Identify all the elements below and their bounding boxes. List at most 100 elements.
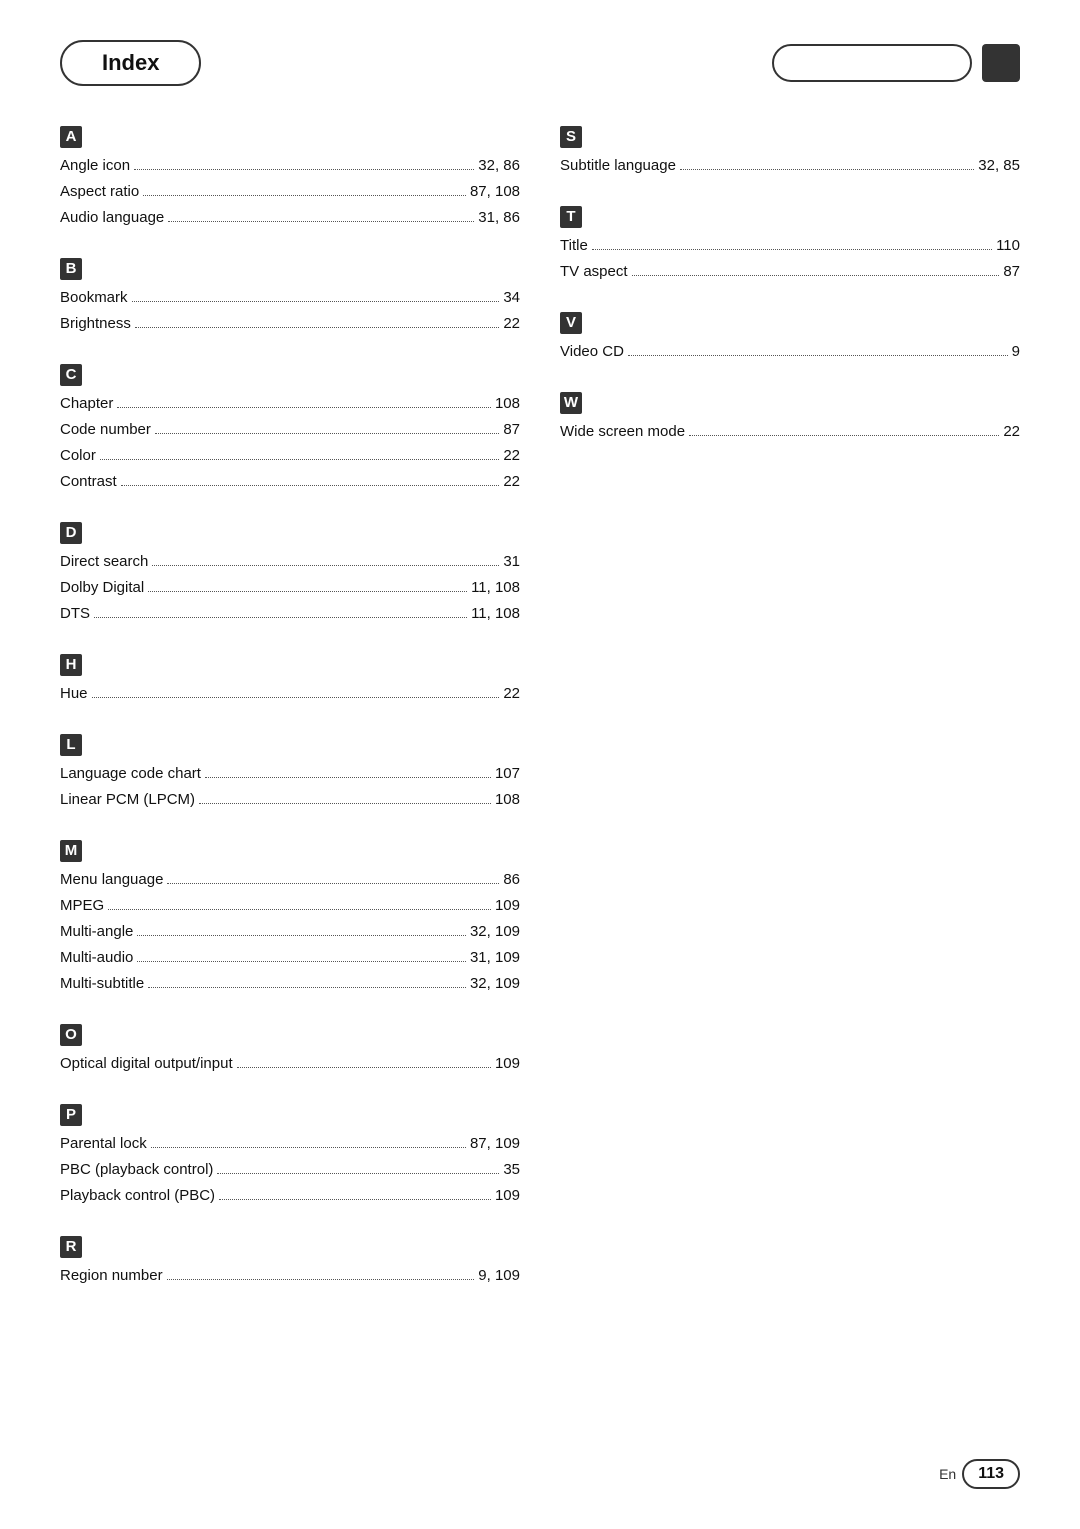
entry-page: 31, 86 <box>478 206 520 230</box>
entry-label: Multi-subtitle <box>60 972 144 996</box>
section-badge-a: A <box>60 126 82 148</box>
entry-page: 22 <box>503 312 520 336</box>
index-entry: Chapter108 <box>60 392 520 416</box>
entry-label: Color <box>60 444 96 468</box>
entry-page: 32, 109 <box>470 972 520 996</box>
entry-label: Multi-angle <box>60 920 133 944</box>
entry-dots <box>632 275 1000 276</box>
entry-dots <box>167 1279 475 1280</box>
entry-label: Playback control (PBC) <box>60 1184 215 1208</box>
section-m: MMenu language86MPEG109Multi-angle32, 10… <box>60 840 520 996</box>
section-b: BBookmark34Brightness22 <box>60 258 520 336</box>
index-entry: Menu language86 <box>60 868 520 892</box>
section-badge-h: H <box>60 654 82 676</box>
page: Index AAngle icon32, 86Aspect ratio87, 1… <box>0 0 1080 1529</box>
entry-dots <box>117 407 491 408</box>
footer-en-label: En <box>939 1466 956 1482</box>
entry-label: Dolby Digital <box>60 576 144 600</box>
entry-label: Linear PCM (LPCM) <box>60 788 195 812</box>
header-square <box>982 44 1020 82</box>
section-r: RRegion number9, 109 <box>60 1236 520 1288</box>
entry-label: Code number <box>60 418 151 442</box>
section-h: H Hue 22 <box>60 654 520 706</box>
left-column: A Angle icon32, 86Aspect ratio87, 108Audi… <box>60 126 520 1316</box>
section-badge-t: T <box>560 206 582 228</box>
entry-label: Audio language <box>60 206 164 230</box>
entry-page: 87, 109 <box>470 1132 520 1156</box>
index-entry: Aspect ratio87, 108 <box>60 180 520 204</box>
entry-dots <box>135 327 499 328</box>
section-badge-d: D <box>60 522 82 544</box>
right-column: SSubtitle language32, 85TTitle110TV aspe… <box>560 126 1020 1316</box>
header: Index <box>60 40 1020 86</box>
section-c: CChapter108Code number87Color22Contrast2… <box>60 364 520 494</box>
entry-dots <box>148 987 466 988</box>
entry-page: 31 <box>503 550 520 574</box>
section-badge-l: L <box>60 734 82 756</box>
entry-dots <box>152 565 499 566</box>
section-d: DDirect search31Dolby Digital11, 108DTS1… <box>60 522 520 626</box>
entry-dots <box>143 195 466 196</box>
entry-label: Region number <box>60 1264 163 1288</box>
index-entry: MPEG109 <box>60 894 520 918</box>
entry-page: 109 <box>495 894 520 918</box>
section-badge-c: C <box>60 364 82 386</box>
entry-page: 22 <box>503 444 520 468</box>
index-entry: Brightness 22 <box>60 312 520 336</box>
entry-page: 31, 109 <box>470 946 520 970</box>
entry-label: Brightness <box>60 312 131 336</box>
entry-label: Video CD <box>560 340 624 364</box>
index-title-box: Index <box>60 40 201 86</box>
section-p: PParental lock87, 109PBC (playback contr… <box>60 1104 520 1208</box>
entry-dots <box>205 777 491 778</box>
entry-page: 32, 109 <box>470 920 520 944</box>
entry-dots <box>592 249 992 250</box>
entry-dots <box>132 301 500 302</box>
index-entry: Video CD9 <box>560 340 1020 364</box>
index-entry: Multi-subtitle 32, 109 <box>60 972 520 996</box>
section-badge-w: W <box>560 392 582 414</box>
entry-dots <box>137 961 466 962</box>
entry-page: 22 <box>503 682 520 706</box>
index-entry: Direct search31 <box>60 550 520 574</box>
entry-page: 87 <box>503 418 520 442</box>
index-entry: Title110 <box>560 234 1020 258</box>
entry-page: 35 <box>503 1158 520 1182</box>
entry-page: 109 <box>495 1052 520 1076</box>
entry-dots <box>217 1173 499 1174</box>
index-entry: Subtitle language32, 85 <box>560 154 1020 178</box>
entry-dots <box>219 1199 491 1200</box>
index-entry: Color 22 <box>60 444 520 468</box>
entry-dots <box>628 355 1008 356</box>
entry-page: 34 <box>503 286 520 310</box>
index-entry: Language code chart 107 <box>60 762 520 786</box>
section-badge-b: B <box>60 258 82 280</box>
index-entry: Audio language 31, 86 <box>60 206 520 230</box>
entry-dots <box>689 435 999 436</box>
entry-label: Hue <box>60 682 88 706</box>
index-entry: PBC (playback control) 35 <box>60 1158 520 1182</box>
entry-label: Title <box>560 234 588 258</box>
section-w: WWide screen mode22 <box>560 392 1020 444</box>
page-footer: En 113 <box>939 1459 1020 1489</box>
entry-page: 9, 109 <box>478 1264 520 1288</box>
entry-label: Language code chart <box>60 762 201 786</box>
index-entry: Multi-angle 32, 109 <box>60 920 520 944</box>
index-entry: Angle icon32, 86 <box>60 154 520 178</box>
entry-page: 108 <box>495 392 520 416</box>
entry-page: 22 <box>1003 420 1020 444</box>
index-entry: Multi-audio31, 109 <box>60 946 520 970</box>
section-o: OOptical digital output/input109 <box>60 1024 520 1076</box>
entry-label: Optical digital output/input <box>60 1052 233 1076</box>
index-entry: Parental lock87, 109 <box>60 1132 520 1156</box>
entry-dots <box>168 221 474 222</box>
entry-label: Aspect ratio <box>60 180 139 204</box>
section-v: V Video CD9 <box>560 312 1020 364</box>
entry-page: 109 <box>495 1184 520 1208</box>
header-right <box>772 44 1020 82</box>
section-badge-v: V <box>560 312 582 334</box>
entry-page: 107 <box>495 762 520 786</box>
entry-label: PBC (playback control) <box>60 1158 213 1182</box>
entry-page: 108 <box>495 788 520 812</box>
index-entry: DTS11, 108 <box>60 602 520 626</box>
